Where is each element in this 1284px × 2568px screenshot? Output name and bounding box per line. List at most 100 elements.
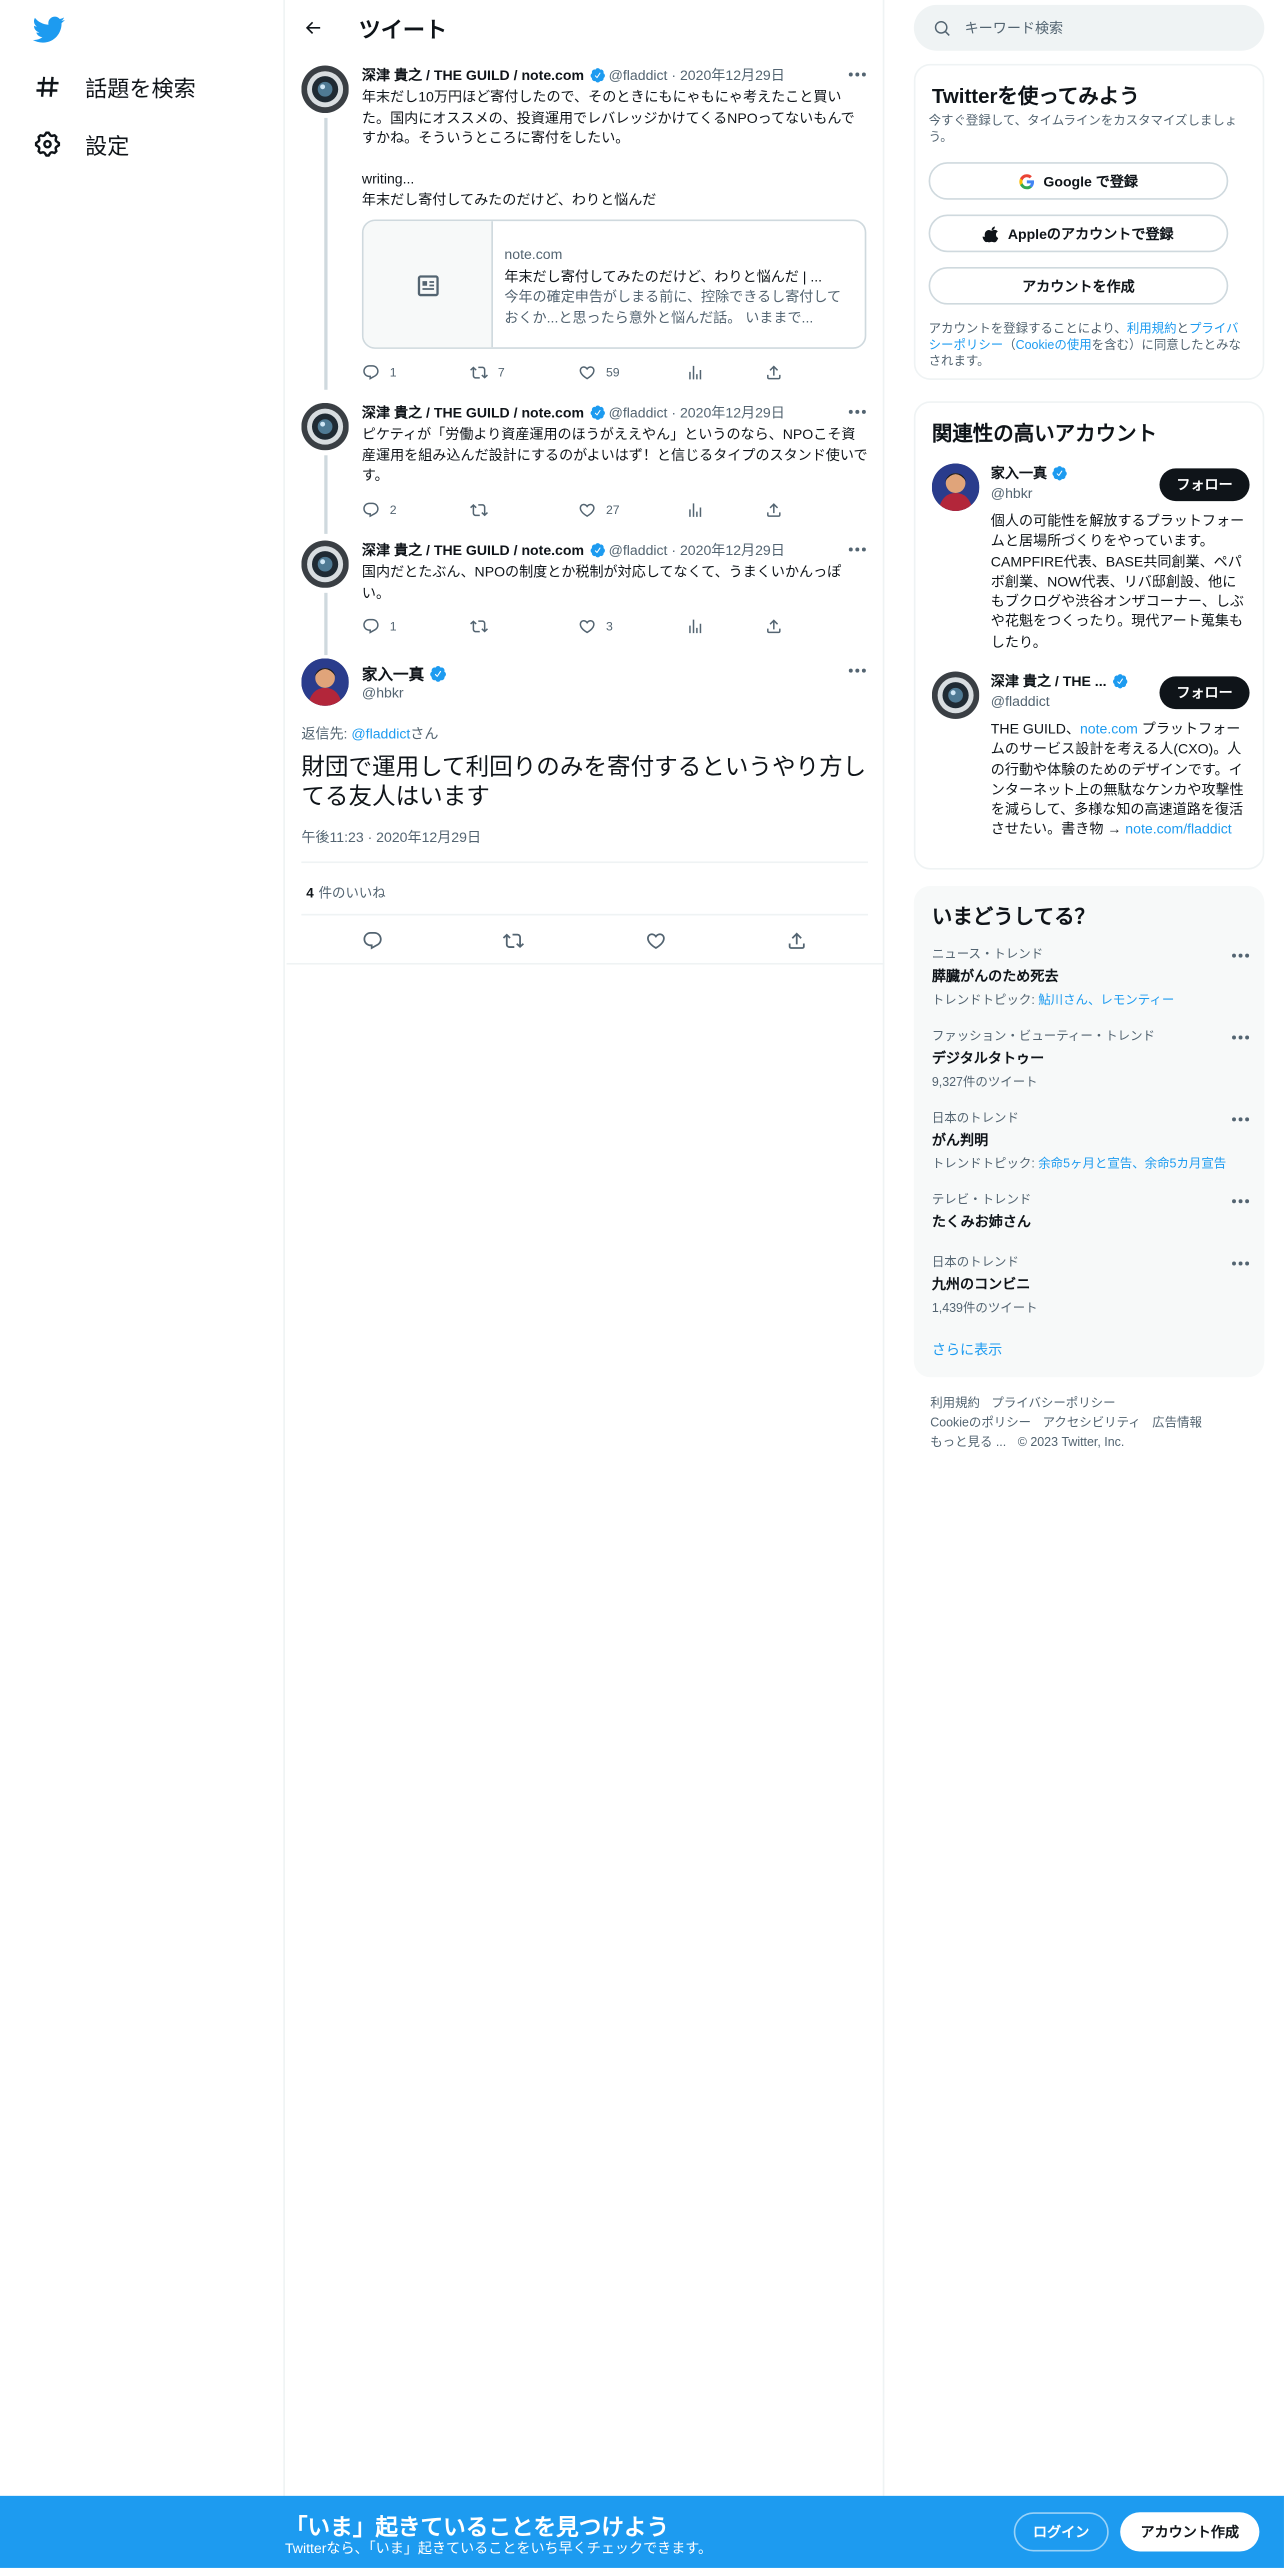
- more-options-button[interactable]: [1228, 1027, 1251, 1047]
- ellipsis-icon: [848, 72, 866, 77]
- ellipsis-icon: [1231, 1034, 1249, 1039]
- footer-link[interactable]: 広告情報: [1152, 1415, 1202, 1430]
- page-title: ツイート: [358, 18, 448, 43]
- footer-link[interactable]: Cookieのポリシー: [930, 1415, 1031, 1430]
- tweet-date[interactable]: 2020年12月29日: [680, 402, 785, 422]
- analytics-button[interactable]: [686, 617, 765, 635]
- analytics-icon: [689, 365, 702, 379]
- share-button[interactable]: [765, 617, 793, 635]
- divider: [301, 913, 868, 916]
- reply-button[interactable]: 2: [362, 500, 470, 518]
- reply-button[interactable]: 1: [362, 617, 470, 635]
- avatar-fladdict[interactable]: [301, 402, 349, 451]
- tweet-3[interactable]: 深津 貴之 / THE GUILD / note.com @fladdict ·…: [287, 540, 885, 656]
- retweet-icon: [470, 503, 488, 516]
- retweet-button[interactable]: [470, 617, 578, 635]
- follow-button[interactable]: フォロー: [1159, 468, 1250, 502]
- more-options-button[interactable]: [1228, 945, 1251, 965]
- reply-button[interactable]: [348, 927, 397, 955]
- reply-to-link[interactable]: @fladdict: [351, 726, 410, 742]
- nav-item-label: 設定: [85, 134, 130, 159]
- trend-item[interactable]: テレビ・トレンド たくみお姉さん: [932, 1191, 1251, 1232]
- avatar-fladdict[interactable]: [301, 65, 349, 114]
- like-button[interactable]: 27: [578, 500, 686, 518]
- account-name: 深津 貴之 / THE ...: [990, 673, 1107, 690]
- trends-panel: いまどうしてる？ ニュース・トレンド 膵臓がんのため死去 トレンドトピック: 鮎…: [913, 885, 1265, 1378]
- tweet-2[interactable]: 深津 貴之 / THE GUILD / note.com @fladdict ·…: [287, 402, 885, 534]
- verified-badge-icon: [589, 67, 605, 82]
- like-button[interactable]: 59: [578, 363, 686, 381]
- retweet-button[interactable]: [489, 927, 538, 955]
- author-name[interactable]: 家入一真: [362, 662, 424, 685]
- avatar-hbkr[interactable]: [931, 463, 980, 511]
- footer-link[interactable]: もっと見る ...: [930, 1435, 1006, 1450]
- cookie-link[interactable]: Cookieの使用: [1016, 337, 1092, 352]
- create-account-button[interactable]: アカウントを作成: [928, 266, 1229, 305]
- author-name[interactable]: 深津 貴之 / THE GUILD / note.com: [362, 402, 584, 422]
- trend-topic-link[interactable]: 鮎川さん、レモンティー: [1038, 992, 1174, 1007]
- author-name[interactable]: 深津 貴之 / THE GUILD / note.com: [362, 540, 584, 560]
- footer-link[interactable]: アクセシビリティ: [1043, 1415, 1141, 1430]
- author-handle: @fladdict: [608, 403, 668, 421]
- trend-item[interactable]: 日本のトレンド がん判明 トレンドトピック: 余命5ヶ月と宣告、余命5カ月宣告: [932, 1109, 1251, 1173]
- search-input[interactable]: [964, 19, 1244, 37]
- more-options-button[interactable]: [845, 66, 868, 84]
- like-button[interactable]: 3: [578, 617, 686, 635]
- trend-item[interactable]: 日本のトレンド 九州のコンビニ 1,439件のツイート: [932, 1253, 1251, 1317]
- bottom-bar-title: 「いま」起きていることを見つけよう: [284, 2515, 670, 2541]
- ellipsis-icon: [848, 547, 866, 552]
- account-bio: THE GUILD、note.com プラットフォームのサービス設計を考える人(…: [990, 720, 1244, 838]
- more-options-button[interactable]: [845, 403, 868, 421]
- share-button[interactable]: [773, 927, 822, 955]
- tweet-date[interactable]: 2020年12月29日: [680, 540, 785, 560]
- avatar-fladdict[interactable]: [301, 540, 349, 588]
- author-name[interactable]: 深津 貴之 / THE GUILD / note.com: [362, 65, 584, 85]
- retweet-button[interactable]: [470, 500, 578, 518]
- trend-item[interactable]: ニュース・トレンド 膵臓がんのため死去 トレンドトピック: 鮎川さん、レモンティ…: [932, 945, 1251, 1009]
- show-more-link[interactable]: さらに表示: [932, 1340, 1002, 1360]
- follow-button[interactable]: フォロー: [1159, 676, 1250, 710]
- author-handle: @hbkr: [361, 684, 404, 701]
- reply-icon: [363, 618, 379, 633]
- footer-link[interactable]: プライバシーポリシー: [991, 1395, 1115, 1410]
- avatar-fladdict[interactable]: [931, 671, 980, 719]
- nav-item-settings[interactable]: 設定: [16, 116, 145, 172]
- like-button[interactable]: [631, 927, 680, 955]
- likes-count[interactable]: 4 件のいいね: [306, 883, 385, 903]
- page-header: ツイート: [287, 0, 885, 56]
- apple-signup-button[interactable]: Appleのアカウントで登録: [928, 214, 1229, 253]
- avatar-hbkr[interactable]: [301, 658, 349, 706]
- more-options-button[interactable]: [1228, 1253, 1251, 1273]
- tweet-date[interactable]: 2020年12月29日: [680, 65, 785, 85]
- footer-link[interactable]: 利用規約: [930, 1395, 980, 1410]
- nav-item-explore[interactable]: 話題を検索: [16, 59, 212, 115]
- signup-button[interactable]: アカウント作成: [1120, 2512, 1260, 2552]
- tweet-text: ピケティが「労働より資産運用のほうがええやん」というのなら、NPOこそ資産運用を…: [361, 425, 868, 484]
- reply-button[interactable]: 1: [362, 363, 470, 381]
- retweet-button[interactable]: 7: [470, 363, 578, 381]
- bio-link[interactable]: note.com/fladdict: [1125, 821, 1231, 837]
- twitter-logo-icon[interactable]: [32, 16, 66, 44]
- more-options-button[interactable]: [845, 662, 868, 680]
- terms-link[interactable]: 利用規約: [1127, 321, 1177, 336]
- trend-item[interactable]: ファッション・ビューティー・トレンド デジタルタトゥー 9,327件のツイート: [932, 1027, 1251, 1091]
- more-options-button[interactable]: [845, 540, 868, 558]
- google-signup-button[interactable]: Google で登録: [928, 162, 1229, 200]
- search-bar[interactable]: [913, 4, 1265, 51]
- verified-badge-icon: [589, 404, 605, 420]
- link-card[interactable]: note.com 年末だし寄付してみたのだけど、わりと悩んだ | ... 今年の…: [361, 219, 867, 349]
- analytics-button[interactable]: [686, 363, 765, 381]
- login-button[interactable]: ログイン: [1013, 2512, 1109, 2552]
- back-button[interactable]: [288, 3, 337, 52]
- tweet-1[interactable]: 深津 貴之 / THE GUILD / note.com @fladdict ·…: [287, 65, 885, 390]
- tweet-timestamp[interactable]: 午後11:23 · 2020年12月29日: [301, 827, 481, 847]
- more-options-button[interactable]: [1228, 1191, 1251, 1211]
- more-options-button[interactable]: [1228, 1109, 1251, 1129]
- analytics-button[interactable]: [686, 500, 765, 518]
- share-button[interactable]: [765, 363, 793, 381]
- trend-topic-link[interactable]: 余命5ヶ月と宣告、余命5カ月宣告: [1038, 1156, 1226, 1171]
- ellipsis-icon: [1231, 1116, 1249, 1121]
- share-button[interactable]: [765, 500, 793, 518]
- bio-link[interactable]: note.com: [1080, 721, 1138, 737]
- share-icon: [767, 618, 781, 633]
